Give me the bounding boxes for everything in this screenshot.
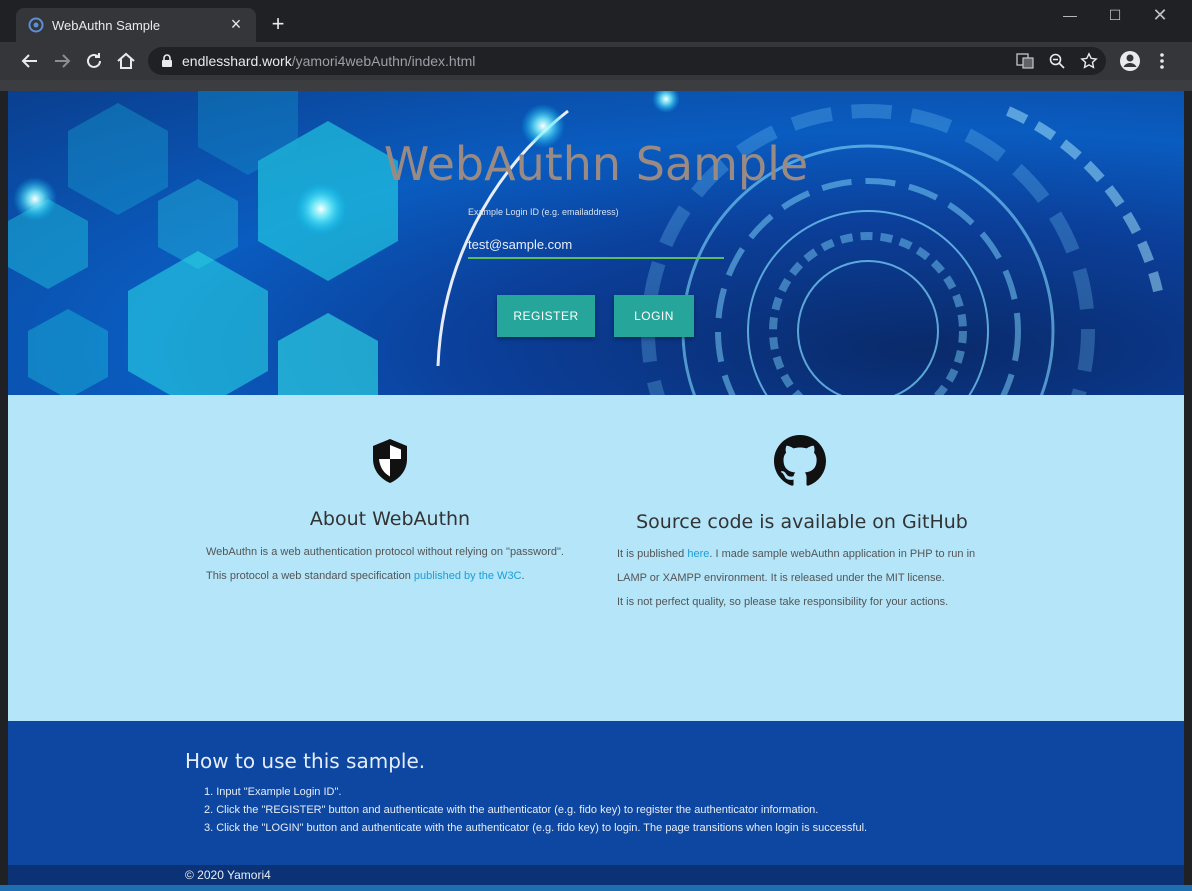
howto-title: How to use this sample. <box>185 749 426 773</box>
login-id-label: Example Login ID (e.g. emailaddress) <box>468 207 619 217</box>
source-text: It is published here. I made sample webA… <box>617 542 1007 614</box>
hero-section: WebAuthn Sample Example Login ID (e.g. e… <box>8 91 1184 395</box>
tab-webauthn-sample[interactable]: WebAuthn Sample × <box>16 8 256 42</box>
howto-step: 2. Click the "REGISTER" button and authe… <box>204 804 819 816</box>
footer: © 2020 Yamori4 <box>8 865 1184 885</box>
url-path: /yamori4webAuthn/index.html <box>291 53 476 69</box>
back-icon[interactable] <box>18 49 42 73</box>
tab-close-icon[interactable]: × <box>226 14 246 34</box>
lock-icon <box>162 54 172 67</box>
star-icon[interactable] <box>1080 52 1098 70</box>
source-text-3: It is not perfect quality, so please tak… <box>617 596 949 608</box>
github-icon <box>774 435 826 486</box>
close-window-icon[interactable]: ✕ <box>1140 4 1180 26</box>
home-icon[interactable] <box>114 49 138 73</box>
hero-title: WebAuthn Sample <box>383 137 809 191</box>
login-button[interactable]: LOGIN <box>614 295 694 337</box>
forward-icon[interactable] <box>50 49 74 73</box>
address-bar[interactable]: endlesshard.work/yamori4webAuthn/index.h… <box>148 47 1106 75</box>
web-page: WebAuthn Sample Example Login ID (e.g. e… <box>8 91 1184 885</box>
url-host: endlesshard.work <box>182 53 292 69</box>
about-title: About WebAuthn <box>309 508 471 530</box>
info-section: About WebAuthn WebAuthn is a web authent… <box>8 395 1184 721</box>
url-text: endlesshard.work/yamori4webAuthn/index.h… <box>182 53 475 69</box>
source-title: Source code is available on GitHub <box>636 511 968 533</box>
github-here-link[interactable]: here <box>687 548 709 560</box>
minimize-icon[interactable]: — <box>1050 4 1090 26</box>
reload-icon[interactable] <box>82 49 106 73</box>
howto-steps: 1. Input "Example Login ID". 2. Click th… <box>204 783 867 837</box>
source-text-1: It is published <box>617 548 688 560</box>
menu-icon[interactable] <box>1150 49 1174 73</box>
translate-icon[interactable] <box>1016 52 1034 70</box>
about-text-2: . <box>521 570 525 582</box>
howto-step: 1. Input "Example Login ID". <box>204 786 342 798</box>
tab-strip: WebAuthn Sample × + — ☐ ✕ <box>0 0 1192 42</box>
shield-icon <box>373 439 407 483</box>
login-id-input[interactable] <box>468 231 724 259</box>
howto-section: How to use this sample. 1. Input "Exampl… <box>8 721 1184 865</box>
maximize-icon[interactable]: ☐ <box>1095 4 1135 26</box>
copyright-text: © 2020 Yamori4 <box>185 868 271 882</box>
browser-window: WebAuthn Sample × + — ☐ ✕ endlesshard.wo… <box>0 0 1192 885</box>
about-text: WebAuthn is a web authentication protoco… <box>206 540 576 588</box>
toolbar-divider <box>0 80 1192 91</box>
site-favicon-icon <box>28 17 44 33</box>
zoom-out-icon[interactable] <box>1048 52 1066 70</box>
tab-title: WebAuthn Sample <box>52 18 161 33</box>
account-icon[interactable] <box>1118 49 1142 73</box>
register-button[interactable]: REGISTER <box>497 295 595 337</box>
w3c-link[interactable]: published by the W3C <box>414 570 522 582</box>
browser-toolbar: endlesshard.work/yamori4webAuthn/index.h… <box>0 42 1192 80</box>
new-tab-icon[interactable]: + <box>268 13 288 35</box>
howto-step: 3. Click the "LOGIN" button and authenti… <box>204 822 868 834</box>
